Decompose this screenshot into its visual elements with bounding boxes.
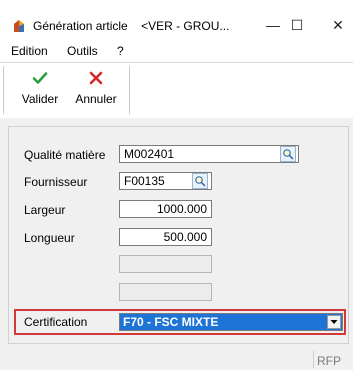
largeur-label: Largeur <box>24 203 66 217</box>
fournisseur-lookup-button[interactable] <box>192 173 208 189</box>
close-button[interactable]: ✕ <box>323 11 353 39</box>
toolbar-separator <box>3 66 4 114</box>
chevron-down-icon <box>330 320 338 324</box>
validate-label: Valider <box>21 92 59 106</box>
cancel-label: Annuler <box>75 92 117 106</box>
status-separator <box>313 350 314 368</box>
menu-bar <box>0 40 353 62</box>
magnifier-icon <box>283 149 294 160</box>
window-title-text: Génération article <box>33 19 128 33</box>
empty-field-2 <box>119 283 212 301</box>
qualite-label: Qualité matière <box>24 148 106 162</box>
validate-button[interactable]: Valider <box>18 68 62 112</box>
status-code: RFP <box>317 354 341 368</box>
certification-label: Certification <box>24 315 88 329</box>
checkmark-icon <box>32 72 48 84</box>
certification-select[interactable]: F70 - FSC MIXTE <box>119 313 343 331</box>
window-title: Génération article <VER - GROU... <box>33 19 229 33</box>
largeur-input[interactable]: 1000.000 <box>119 200 212 218</box>
empty-field-1 <box>119 255 212 273</box>
menu-item-help[interactable]: ? <box>117 44 124 58</box>
cross-icon <box>89 71 103 85</box>
app-icon <box>11 18 27 34</box>
window-subtitle: <VER - GROU... <box>141 19 230 33</box>
cancel-button[interactable]: Annuler <box>72 68 120 112</box>
qualite-input[interactable]: M002401 <box>119 145 299 163</box>
dropdown-arrow-button[interactable] <box>327 315 341 329</box>
qualite-lookup-button[interactable] <box>280 146 296 162</box>
longueur-input[interactable]: 500.000 <box>119 228 212 246</box>
longueur-label: Longueur <box>24 231 75 245</box>
toolbar-separator <box>129 66 130 114</box>
maximize-button[interactable]: ☐ <box>282 11 312 39</box>
menu-item-outils[interactable]: Outils <box>67 44 98 58</box>
menu-item-edition[interactable]: Edition <box>11 44 48 58</box>
certification-value: F70 - FSC MIXTE <box>123 315 219 329</box>
fournisseur-label: Fournisseur <box>24 175 88 189</box>
magnifier-icon <box>195 176 206 187</box>
